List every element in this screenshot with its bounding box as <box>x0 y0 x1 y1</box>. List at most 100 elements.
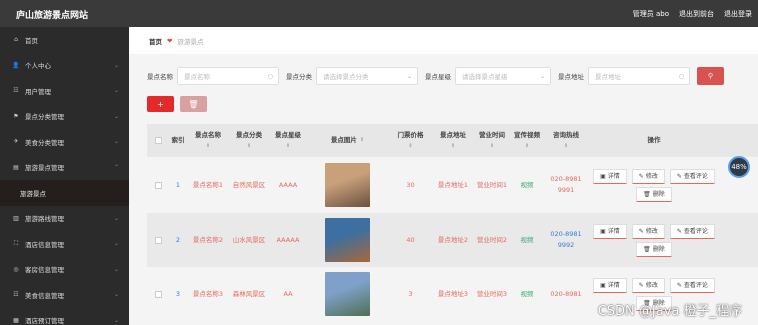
column-header[interactable]: 索引 <box>169 135 187 146</box>
hotline: 020-8981 <box>550 289 582 298</box>
add-button[interactable]: + <box>147 96 174 112</box>
sidebar-item[interactable]: ◎ 客房信息管理 ⌄ <box>0 257 129 283</box>
back-to-frontend-link[interactable]: 退出到前台 <box>679 9 714 19</box>
sort-icon[interactable]: ⇕ <box>360 135 364 146</box>
ticket-price: 30 <box>406 180 415 189</box>
menu-icon: ☷ <box>13 291 19 299</box>
sort-icon[interactable]: ⇕ <box>408 141 412 152</box>
sidebar-item[interactable]: ☷ 美食信息管理 ⌄ <box>0 282 129 308</box>
column-header[interactable]: 宣传视频 ⇕ <box>511 130 543 152</box>
sort-icon[interactable]: ⇕ <box>247 141 251 152</box>
scenic-category: 自然风景区 <box>232 180 266 189</box>
chevron-icon: ⌃ <box>113 163 119 171</box>
row-checkbox[interactable] <box>154 290 162 298</box>
detail-button[interactable]: ▣ 详情 <box>593 277 627 293</box>
sidebar-item[interactable]: ☷ 用户管理 ⌄ <box>0 78 129 104</box>
heart-icon: ❤ <box>167 36 173 45</box>
scenic-image <box>325 163 370 207</box>
table-row[interactable]: 1 景点名称1 自然风景区 AAAA 30 景点地址1 营业时间1 视频 020-8981 99… <box>147 157 758 213</box>
sidebar-item-label: 酒店信息管理 <box>25 240 64 249</box>
search-icon: ⚲ <box>707 72 714 80</box>
column-header[interactable]: 咨询热线 ⇕ <box>543 130 589 152</box>
sidebar-item[interactable]: 旅游景点 <box>0 180 129 206</box>
remove-button[interactable]: 🗑 删除 <box>636 186 672 202</box>
sidebar-item[interactable]: ⚑ 景点分类管理 ⌄ <box>0 104 129 130</box>
ticket-price: 40 <box>406 235 415 244</box>
sidebar-item[interactable]: ▥ 旅游路线管理 ⌄ <box>0 206 129 232</box>
table-row[interactable]: 2 景点名称2 山水风景区 AAAAA 40 景点地址2 营业时间2 视频 020-8981 9… <box>147 213 758 267</box>
column-header[interactable]: 门票价格 ⇕ <box>388 130 433 152</box>
sidebar-item[interactable]: ⛶ 酒店信息管理 ⌄ <box>0 231 129 257</box>
sort-icon[interactable]: ⇕ <box>525 141 529 152</box>
sidebar-item[interactable]: 👤 个人中心 ⌄ <box>0 53 129 79</box>
column-header[interactable]: 景点名称 ⇕ <box>187 130 229 152</box>
promo-video-link[interactable]: 视频 <box>521 289 534 300</box>
view-reviews-button[interactable]: ✎ 查看评论 <box>669 277 715 293</box>
chevron-icon: ⌄ <box>113 61 119 69</box>
scenic-name: 景点名称3 <box>192 289 224 298</box>
edit-icon: ✎ <box>638 172 644 180</box>
scenic-table: 索引 景点名称 ⇕ 景点分类 ⇕ 景点星级 ⇕ 景点图片 ⇕ 门票价格 ⇕ 景点地址 ⇕ 营业时间 ⇕ 宣传视… <box>147 124 758 321</box>
promo-video-link[interactable]: 视频 <box>521 180 534 191</box>
scenic-category: 山水风景区 <box>232 235 266 244</box>
trash-icon: 🗑 <box>643 190 651 198</box>
column-header[interactable]: 景点分类 ⇕ <box>229 130 269 152</box>
column-header[interactable]: 景点星级 ⇕ <box>269 130 307 152</box>
sidebar-item-label: 用户管理 <box>25 87 51 96</box>
address-label: 景点地址 <box>558 73 584 81</box>
level-select[interactable]: 请选择景点星级 ⌄ <box>455 67 551 85</box>
edit-button[interactable]: ✎ 修改 <box>631 168 665 184</box>
menu-icon: 👤 <box>12 61 20 69</box>
menu-icon: ✈ <box>13 138 19 146</box>
row-checkbox[interactable] <box>154 236 162 244</box>
breadcrumb-home[interactable]: 首页 <box>149 36 162 46</box>
sort-icon[interactable]: ⇕ <box>286 141 290 152</box>
remove-button[interactable]: 🗑 删除 <box>636 241 672 257</box>
sidebar-item[interactable]: ▦ 酒店预订管理 ⌄ <box>0 308 129 325</box>
column-header[interactable]: 景点图片 ⇕ <box>307 135 388 146</box>
edit-icon: ✎ <box>638 281 644 289</box>
name-input[interactable]: 景点名称 ○ <box>177 67 279 85</box>
sidebar-item[interactable]: ⌂ 首页 <box>0 27 129 53</box>
view-reviews-button[interactable]: ✎ 查看评论 <box>669 168 715 184</box>
sidebar-item[interactable]: ▤ 旅游景点管理 ⌃ <box>0 155 129 181</box>
watermark: CSDN @Java 橙子_程序 <box>597 304 742 319</box>
category-label: 景点分类 <box>286 73 312 81</box>
category-select[interactable]: 请选择景点分类 ⌄ <box>316 67 418 85</box>
sort-icon[interactable]: ⇕ <box>451 141 455 152</box>
promo-video-link[interactable]: 视频 <box>521 235 534 246</box>
delete-button[interactable]: 🗑 <box>180 96 207 112</box>
column-header-label: 景点图片 <box>330 136 357 144</box>
edit-button[interactable]: ✎ 修改 <box>631 277 665 293</box>
table-header: 索引 景点名称 ⇕ 景点分类 ⇕ 景点星级 ⇕ 景点图片 ⇕ 门票价格 ⇕ 景点地址 ⇕ 营业时间 ⇕ 宣传视… <box>147 124 758 157</box>
sidebar-item-label: 美食分类管理 <box>25 138 64 147</box>
breadcrumb-current: 旅游景点 <box>177 37 204 46</box>
chevron-down-icon: ⌄ <box>406 72 412 80</box>
sidebar-item[interactable]: ✈ 美食分类管理 ⌄ <box>0 129 129 155</box>
column-header[interactable]: 营业时间 ⇕ <box>473 130 511 152</box>
sort-icon[interactable]: ⇕ <box>564 141 568 152</box>
column-header-label: 景点地址 <box>440 130 466 139</box>
scenic-level: AAAA <box>278 180 298 189</box>
view-reviews-button[interactable]: ✎ 查看评论 <box>669 223 715 239</box>
address-input[interactable]: 景点地址 ○ <box>588 67 690 85</box>
column-header-label: 门票价格 <box>397 130 424 139</box>
chevron-icon: ⌄ <box>113 265 119 273</box>
scenic-category: 森林风景区 <box>232 289 266 298</box>
sort-icon[interactable]: ⇕ <box>206 141 210 152</box>
progress-badge: 48% <box>728 156 750 178</box>
logout-link[interactable]: 退出登录 <box>724 9 752 19</box>
column-header[interactable]: 操作 <box>589 135 719 146</box>
search-button[interactable]: ⚲ <box>697 67 724 85</box>
sort-icon[interactable]: ⇕ <box>490 141 494 152</box>
detail-button[interactable]: ▣ 详情 <box>593 168 627 184</box>
column-header-label: 索引 <box>171 136 185 144</box>
action-buttons: + 🗑 <box>147 96 207 112</box>
row-checkbox[interactable] <box>154 181 162 189</box>
column-header[interactable]: 景点地址 ⇕ <box>433 130 473 152</box>
detail-icon: ▣ <box>600 227 606 235</box>
sidebar-item-label: 酒店预订管理 <box>25 317 64 325</box>
select-all-checkbox[interactable] <box>154 137 162 144</box>
detail-button[interactable]: ▣ 详情 <box>593 223 627 239</box>
edit-button[interactable]: ✎ 修改 <box>631 223 665 239</box>
